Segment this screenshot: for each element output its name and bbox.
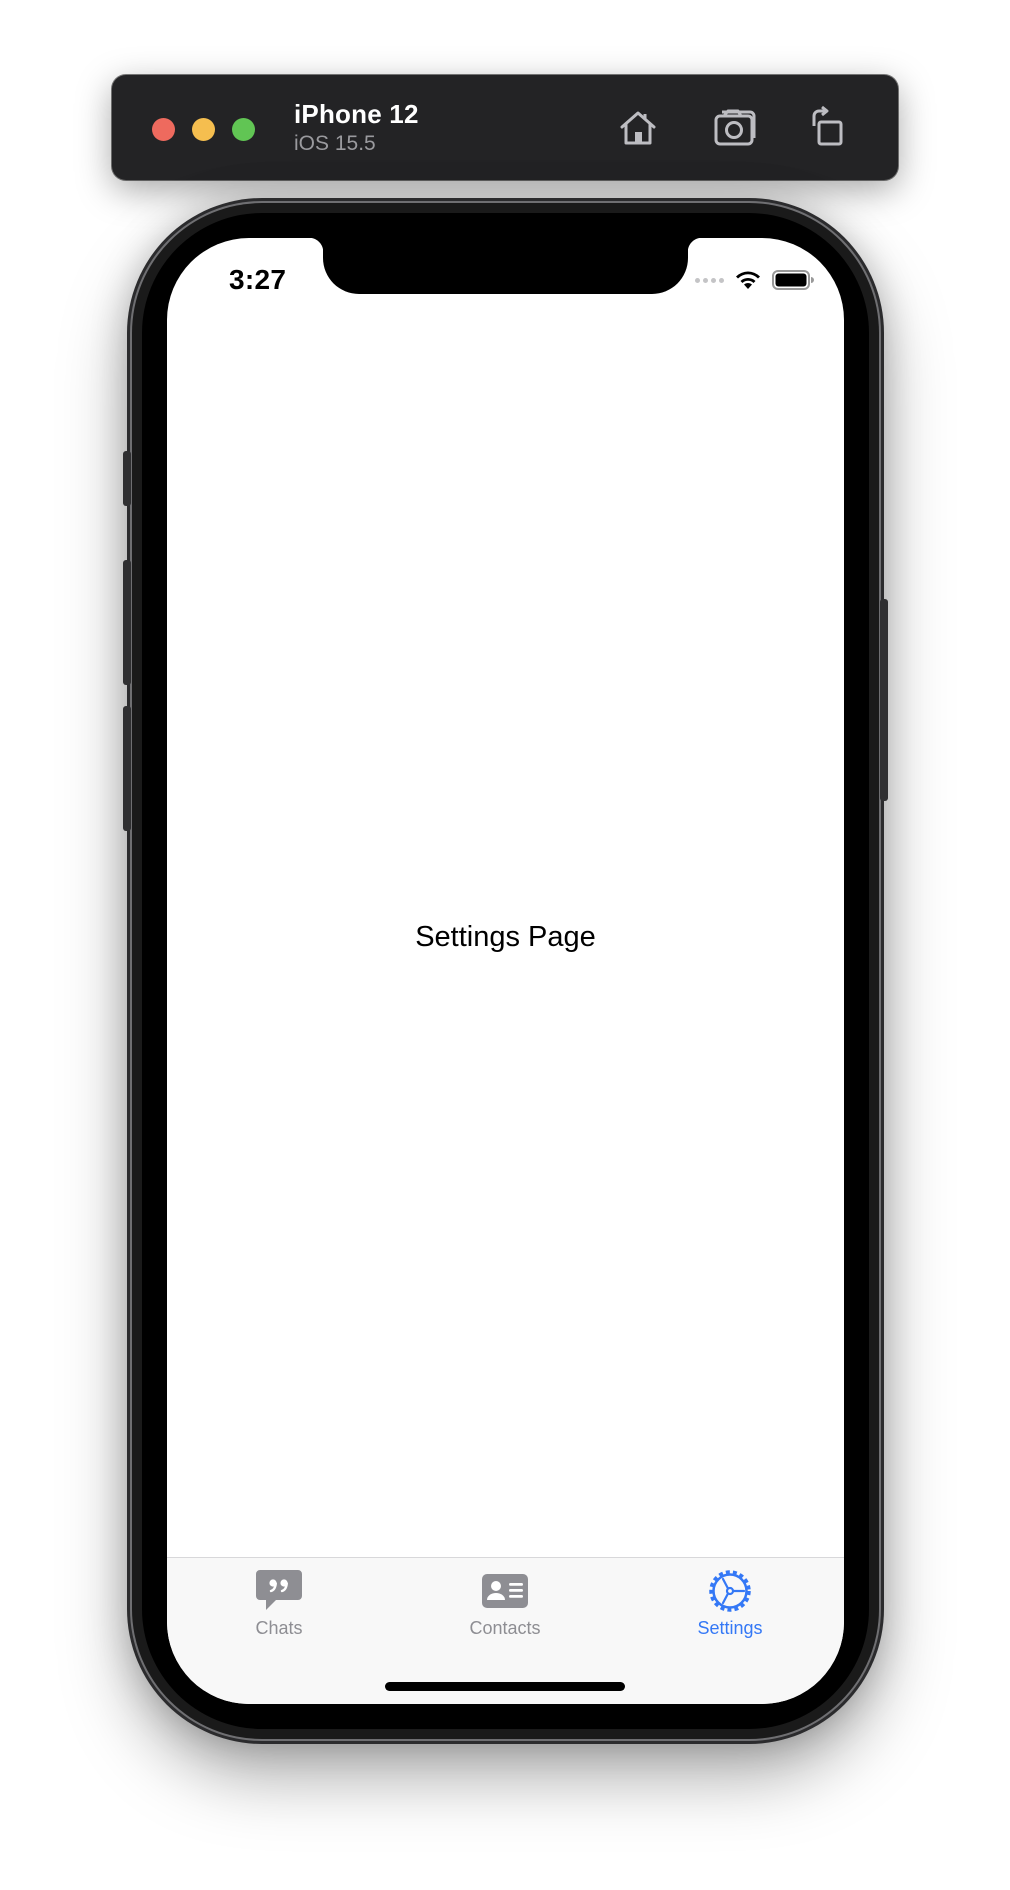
simulator-stage: iPhone 12 iOS 15.5 3:27 Settings Page Ch…	[0, 0, 1010, 1890]
tab-chats[interactable]: Chats	[189, 1568, 369, 1658]
status-indicators	[695, 268, 814, 292]
device-name: iPhone 12	[294, 99, 419, 129]
wifi-icon	[736, 271, 760, 289]
home-icon	[620, 111, 656, 145]
screenshot-icon	[714, 109, 756, 146]
tab-label: Settings	[697, 1618, 763, 1638]
tab-label: Chats	[255, 1618, 303, 1638]
screenshot-button[interactable]	[710, 102, 762, 154]
home-button[interactable]	[612, 102, 664, 154]
tab-contacts[interactable]: Contacts	[415, 1568, 595, 1658]
device-screen: 3:27 Settings Page Chats Contacts Settin…	[167, 238, 844, 1704]
tab-settings[interactable]: Settings	[640, 1568, 820, 1658]
gear-icon	[709, 1570, 751, 1612]
volume-up-button	[123, 560, 131, 685]
battery-icon	[772, 270, 814, 290]
minimize-window-button[interactable]	[192, 118, 215, 141]
chat-quote-icon	[256, 1570, 302, 1610]
page-label: Settings Page	[415, 921, 596, 953]
silent-switch	[123, 451, 131, 506]
rotate-icon	[812, 105, 843, 146]
notch	[309, 238, 702, 294]
home-indicator[interactable]	[385, 1682, 625, 1691]
power-button	[880, 599, 888, 801]
close-window-button[interactable]	[152, 118, 175, 141]
tab-label: Contacts	[469, 1618, 541, 1638]
os-version: iOS 15.5	[294, 132, 376, 155]
volume-down-button	[123, 706, 131, 831]
tab-bar: Chats Contacts Settings	[167, 1557, 844, 1704]
simulator-toolbar: iPhone 12 iOS 15.5	[112, 75, 898, 180]
rotate-button[interactable]	[802, 102, 854, 154]
status-time: 3:27	[229, 264, 287, 295]
contact-card-icon	[482, 1574, 528, 1608]
zoom-window-button[interactable]	[232, 118, 255, 141]
cellular-signal-icon	[695, 277, 724, 283]
